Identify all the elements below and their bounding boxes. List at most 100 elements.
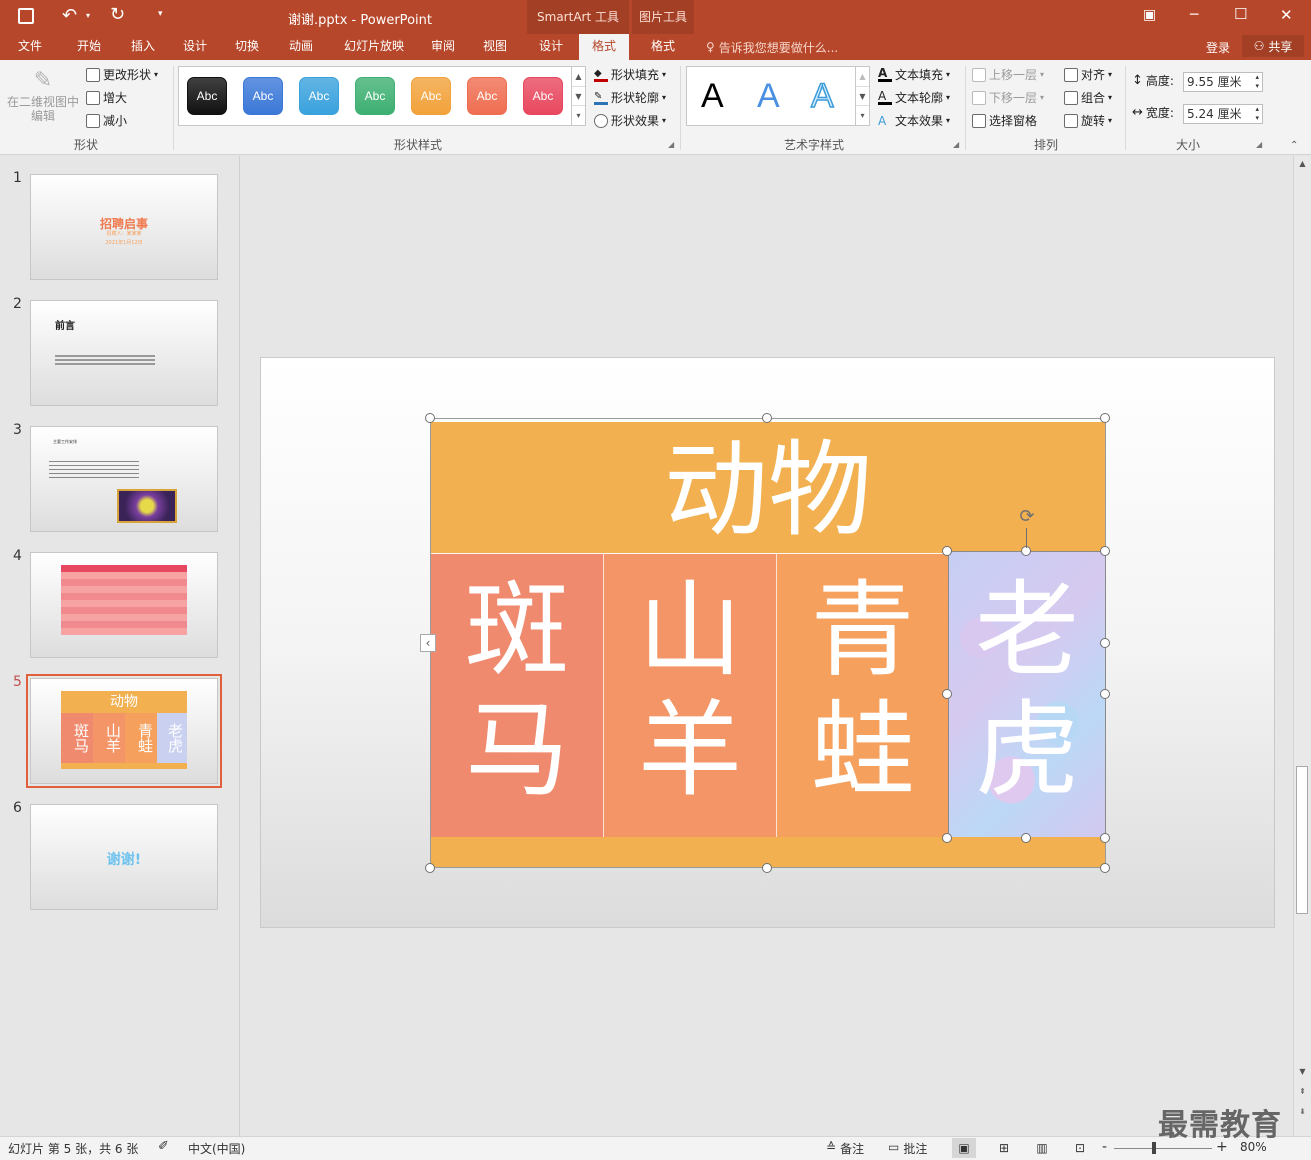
resize-handle[interactable]: [762, 863, 772, 873]
smartart-cell[interactable]: 斑 马: [431, 554, 604, 837]
smartart-graphic[interactable]: 动物 斑 马 山 羊 青 蛙 老 虎: [430, 418, 1106, 868]
resize-handle[interactable]: [942, 689, 952, 699]
resize-handle[interactable]: [1100, 546, 1110, 556]
shape-outline-button[interactable]: ✎ 形状轮廓 ▾: [594, 89, 666, 106]
change-shape-button[interactable]: 更改形状 ▾: [86, 66, 158, 83]
shape-style-swatch[interactable]: Abc: [187, 77, 227, 115]
height-spinner-icon[interactable]: ▴ ▾: [1255, 73, 1259, 91]
minimize-button[interactable]: ─: [1190, 7, 1198, 23]
width-input[interactable]: 5.24 厘米 ▴ ▾: [1183, 104, 1263, 124]
zoom-slider-thumb[interactable]: [1152, 1142, 1156, 1154]
scroll-thumb[interactable]: [1296, 766, 1308, 914]
shape-style-swatch[interactable]: Abc: [523, 77, 563, 115]
slide-thumbnail-6[interactable]: 谢谢!: [30, 804, 218, 910]
group-button[interactable]: 组合 ▾: [1064, 89, 1112, 106]
tab-review[interactable]: 审阅: [420, 34, 466, 60]
maximize-button[interactable]: ☐: [1234, 5, 1247, 23]
resize-handle[interactable]: [1100, 638, 1110, 648]
smartart-cell[interactable]: 山 羊: [604, 554, 777, 837]
wordart-down-icon[interactable]: ▼: [856, 86, 869, 105]
resize-handle[interactable]: [1100, 689, 1110, 699]
shape-effects-button[interactable]: 形状效果 ▾: [594, 112, 666, 129]
tab-smartart-format[interactable]: 格式: [579, 34, 629, 60]
resize-handle[interactable]: [425, 863, 435, 873]
resize-handle[interactable]: [425, 413, 435, 423]
prev-slide-icon[interactable]: ⇞: [1294, 1084, 1311, 1100]
smartart-cell[interactable]: 青 蛙: [777, 554, 948, 837]
resize-handle[interactable]: [1100, 863, 1110, 873]
tab-view[interactable]: 视图: [472, 34, 518, 60]
text-effects-button[interactable]: A 文本效果 ▾: [878, 112, 950, 129]
tab-home[interactable]: 开始: [66, 34, 112, 60]
width-spinner-icon[interactable]: ▴ ▾: [1255, 105, 1259, 123]
wordart-outline[interactable]: A: [810, 76, 834, 116]
spellcheck-icon[interactable]: ✐: [158, 1139, 169, 1154]
rotate-handle-icon[interactable]: ⟳: [1016, 506, 1038, 528]
wordart-blue[interactable]: A: [757, 77, 780, 116]
shape-fill-button[interactable]: ◆ 形状填充 ▾: [594, 66, 666, 83]
shape-style-swatch[interactable]: Abc: [411, 77, 451, 115]
shape-style-swatch[interactable]: Abc: [355, 77, 395, 115]
resize-handle[interactable]: [762, 413, 772, 423]
edit-in-2d-button[interactable]: ✎ 在二维视图中编辑: [6, 68, 80, 123]
bring-forward-button[interactable]: 上移一层 ▾: [972, 66, 1044, 83]
resize-handle[interactable]: [1100, 833, 1110, 843]
wordart-black[interactable]: A: [701, 77, 724, 116]
text-pane-toggle[interactable]: ‹: [420, 634, 436, 652]
dialog-launcher-icon[interactable]: ◢: [1256, 140, 1262, 149]
height-input[interactable]: 9.55 厘米 ▴ ▾: [1183, 72, 1263, 92]
tab-file[interactable]: 文件: [6, 34, 54, 60]
tab-animations[interactable]: 动画: [278, 34, 324, 60]
next-slide-icon[interactable]: ⇟: [1294, 1104, 1311, 1120]
wordart-up-icon[interactable]: ▲: [856, 67, 869, 86]
save-icon[interactable]: [18, 8, 34, 24]
shape-style-swatch[interactable]: Abc: [299, 77, 339, 115]
wordart-more-icon[interactable]: ▾: [856, 105, 869, 124]
notes-button[interactable]: ≙ 备注: [826, 1140, 864, 1157]
shape-style-swatch[interactable]: Abc: [243, 77, 283, 115]
redo-icon[interactable]: ↻: [110, 4, 125, 25]
language-status[interactable]: 中文(中国): [188, 1140, 245, 1157]
send-backward-button[interactable]: 下移一层 ▾: [972, 89, 1044, 106]
slide-thumbnail-2[interactable]: 前言: [30, 300, 218, 406]
smaller-button[interactable]: 减小: [86, 112, 127, 129]
smartart-cell-selected[interactable]: 老 虎: [948, 551, 1106, 838]
zoom-out-button[interactable]: -: [1102, 1139, 1107, 1155]
resize-handle[interactable]: [942, 546, 952, 556]
resize-handle[interactable]: [1021, 833, 1031, 843]
larger-button[interactable]: 增大: [86, 89, 127, 106]
slide-thumbnail-3[interactable]: 主要工作安排: [30, 426, 218, 532]
slide-thumbnail-4[interactable]: [30, 552, 218, 658]
share-button[interactable]: ⚇ 共享: [1242, 35, 1304, 57]
smartart-header[interactable]: 动物: [431, 422, 1105, 553]
collapse-ribbon-icon[interactable]: ⌃: [1290, 140, 1298, 151]
undo-dropdown-icon[interactable]: ▾: [86, 11, 90, 20]
selection-pane-button[interactable]: 选择窗格: [972, 112, 1037, 129]
close-button[interactable]: ✕: [1280, 6, 1293, 24]
gallery-down-icon[interactable]: ▼: [572, 86, 585, 105]
normal-view-button[interactable]: ▣: [952, 1138, 976, 1158]
slide-thumbnail-1[interactable]: 招聘启事 招聘人：某某某 2021年1月12日: [30, 174, 218, 280]
signin-link[interactable]: 登录: [1206, 39, 1230, 56]
tab-slideshow[interactable]: 幻灯片放映: [336, 34, 412, 60]
slide-sorter-button[interactable]: ⊞: [992, 1138, 1016, 1158]
rotate-button[interactable]: 旋转 ▾: [1064, 112, 1112, 129]
align-button[interactable]: 对齐 ▾: [1064, 66, 1112, 83]
resize-handle[interactable]: [1100, 413, 1110, 423]
text-outline-button[interactable]: A 文本轮廓 ▾: [878, 89, 950, 106]
tab-transitions[interactable]: 切换: [224, 34, 270, 60]
slide-thumbnail-5[interactable]: 动物 斑马 山羊 青蛙 老虎: [26, 674, 222, 788]
tab-picture-format[interactable]: 格式: [636, 34, 690, 60]
text-fill-button[interactable]: A 文本填充 ▾: [878, 66, 950, 83]
ribbon-display-icon[interactable]: ▣: [1143, 7, 1156, 23]
tab-insert[interactable]: 插入: [120, 34, 166, 60]
customize-qat-icon[interactable]: ▾: [158, 9, 163, 19]
gallery-more-icon[interactable]: ▾: [572, 105, 585, 124]
tab-smartart-design[interactable]: 设计: [527, 34, 575, 60]
resize-handle[interactable]: [942, 833, 952, 843]
tell-me-box[interactable]: ♀ 告诉我您想要做什么...: [706, 38, 838, 56]
dialog-launcher-icon[interactable]: ◢: [953, 140, 959, 149]
zoom-slider[interactable]: [1114, 1142, 1212, 1154]
comments-button[interactable]: ▭ 批注: [888, 1140, 927, 1157]
slideshow-button[interactable]: ⊡: [1068, 1138, 1092, 1158]
